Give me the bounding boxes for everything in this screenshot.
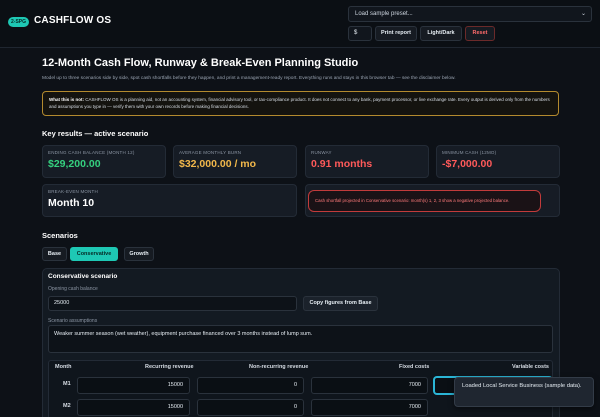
print-report-button[interactable]: Print report	[375, 26, 417, 41]
page-subtitle: Model up to three scenarios side by side…	[42, 76, 456, 81]
kpi-value: $32,000.00 / mo	[179, 158, 257, 170]
kpi-minimum-cash: MINIMUM CASH (12MO) -$7,000.00	[436, 145, 560, 178]
tab-conservative[interactable]: Conservative	[70, 247, 118, 261]
kpi-value: 0.91 months	[311, 158, 373, 170]
kpi-value: $29,200.00	[48, 158, 101, 170]
currency-input[interactable]: $	[348, 26, 372, 41]
column-header-fixed: Fixed costs	[399, 364, 430, 370]
opening-cash-input[interactable]: 25000	[48, 296, 297, 311]
disclaimer-heading: What this is not:	[49, 97, 84, 102]
scenarios-heading: Scenarios	[42, 231, 78, 240]
column-header-recurring: Recurring revenue	[145, 364, 194, 370]
tab-base[interactable]: Base	[42, 247, 67, 261]
kpi-runway: RUNWAY 0.91 months	[305, 145, 429, 178]
column-header-variable: Variable costs	[512, 364, 549, 370]
kpi-value: Month 10	[48, 197, 95, 209]
preset-select-value: Load sample preset...	[355, 11, 413, 17]
preset-select[interactable]: Load sample preset... ⌄	[348, 6, 592, 22]
app-badge: 2-SPG	[8, 17, 30, 27]
column-header-month: Month	[55, 364, 72, 370]
nonrecurring-revenue-cell[interactable]: 0	[197, 377, 304, 394]
column-header-nonrecurring: Non-recurring revenue	[249, 364, 309, 370]
recurring-revenue-cell[interactable]: 15000	[77, 399, 190, 416]
copy-from-base-button[interactable]: Copy figures from Base	[303, 296, 378, 311]
assumptions-label: Scenario assumptions	[48, 318, 98, 324]
disclaimer-text: CASHFLOW OS is a planning aid, not an ac…	[49, 97, 550, 109]
scenario-title: Conservative scenario	[48, 273, 118, 280]
kpi-label: AVERAGE MONTHLY BURN	[179, 150, 242, 155]
toast-notification: Loaded Local Service Business (sample da…	[454, 377, 594, 407]
opening-cash-label: Opening cash balance	[48, 286, 98, 292]
kpi-label: MINIMUM CASH (12MO)	[442, 150, 497, 155]
page-title: 12-Month Cash Flow, Runway & Break-Even …	[42, 57, 359, 69]
fixed-costs-cell[interactable]: 7000	[311, 399, 428, 416]
tab-growth[interactable]: Growth	[124, 247, 154, 261]
fixed-costs-cell[interactable]: 7000	[311, 377, 428, 394]
disclaimer-notice: What this is not: CASHFLOW OS is a plann…	[42, 91, 559, 116]
kpi-label: RUNWAY	[311, 150, 332, 155]
table-row-month: M1	[63, 381, 71, 387]
nonrecurring-revenue-cell[interactable]: 0	[197, 399, 304, 416]
chevron-down-icon: ⌄	[580, 11, 586, 17]
recurring-revenue-cell[interactable]: 15000	[77, 377, 190, 394]
shortfall-alert: Cash shortfall projected in Conservative…	[308, 190, 541, 212]
kpi-label: ENDING CASH BALANCE (MONTH 12)	[48, 150, 135, 155]
top-bar: 2-SPG CASHFLOW OS Load sample preset... …	[0, 0, 600, 48]
kpi-ending-cash: ENDING CASH BALANCE (MONTH 12) $29,200.0…	[42, 145, 166, 178]
theme-toggle-button[interactable]: Light/Dark	[420, 26, 462, 41]
kpi-average-burn: AVERAGE MONTHLY BURN $32,000.00 / mo	[173, 145, 297, 178]
kpi-value: -$7,000.00	[442, 158, 493, 170]
assumptions-textarea[interactable]: Weaker summer season (wet weather), equi…	[48, 325, 553, 353]
kpi-break-even: BREAK-EVEN MONTH Month 10	[42, 184, 297, 217]
table-row-month: M2	[63, 403, 71, 409]
results-heading: Key results — active scenario	[42, 129, 149, 138]
reset-button[interactable]: Reset	[465, 26, 495, 41]
app-name: CASHFLOW OS	[34, 15, 112, 26]
kpi-label: BREAK-EVEN MONTH	[48, 189, 98, 194]
